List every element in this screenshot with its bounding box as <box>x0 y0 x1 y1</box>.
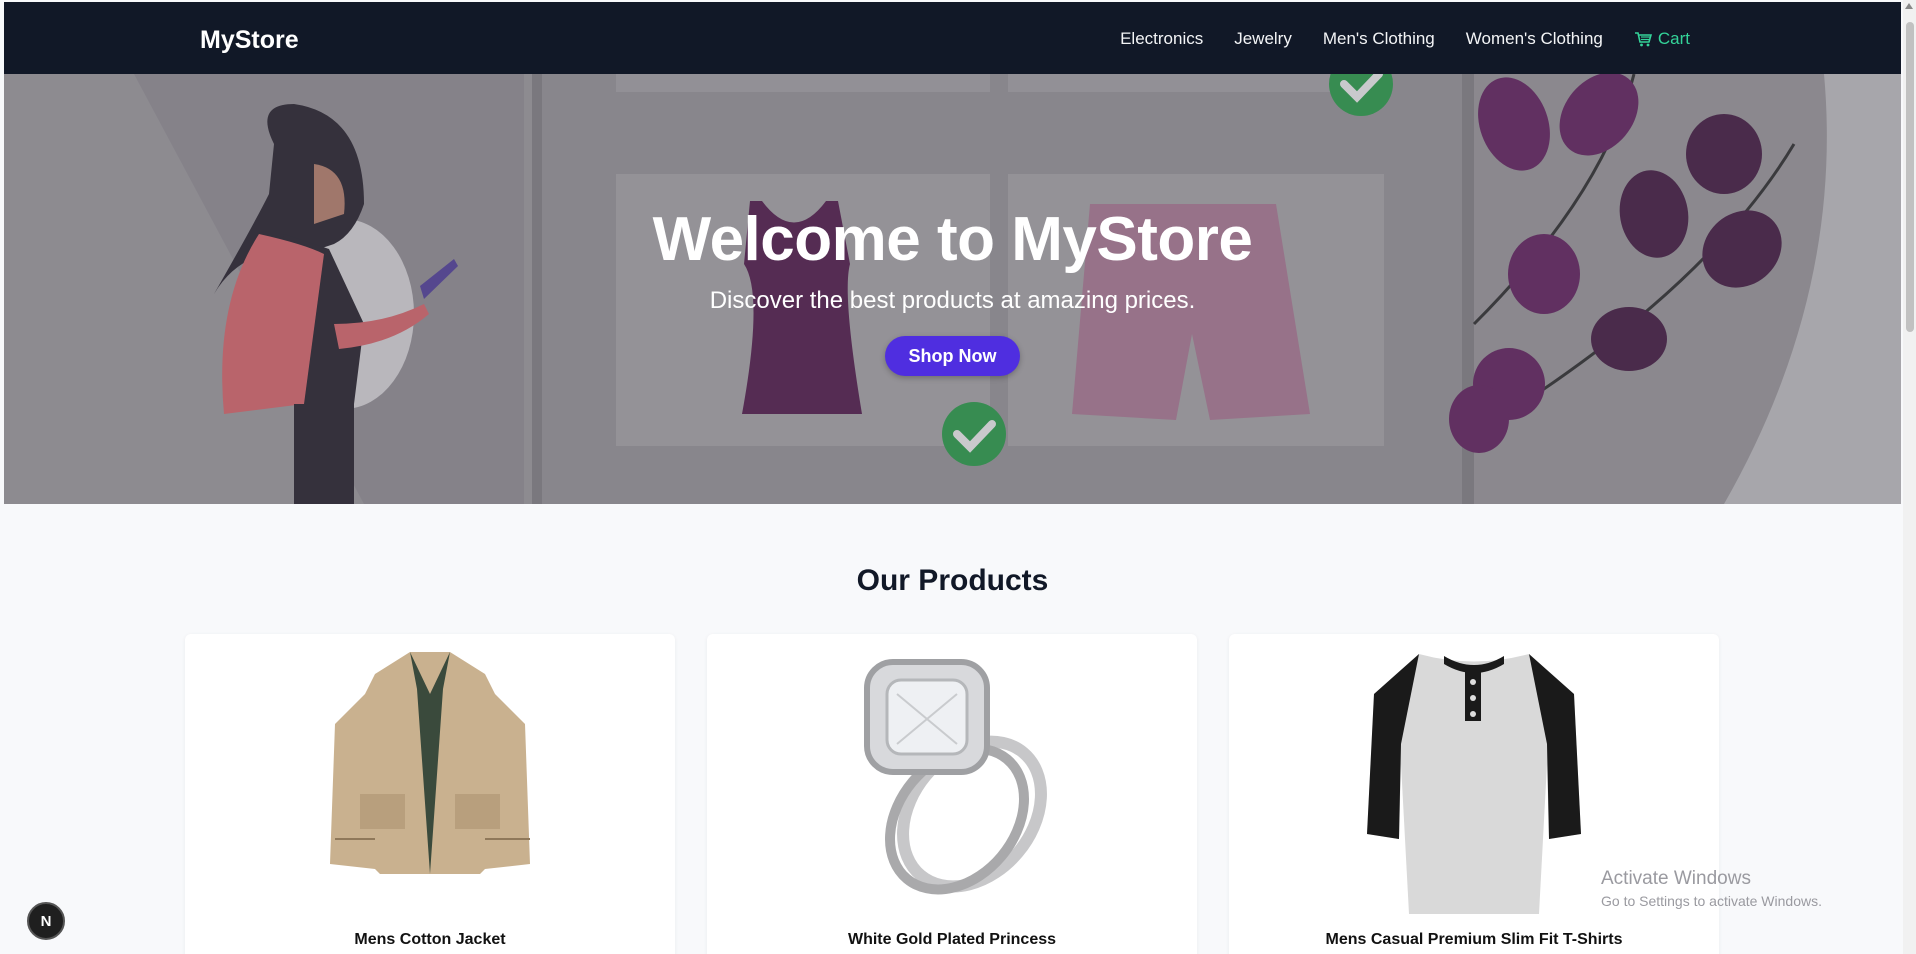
product-title[interactable]: White Gold Plated Princess <box>707 931 1197 949</box>
watermark-subtitle: Go to Settings to activate Windows. <box>1601 893 1822 909</box>
hero-subtitle: Discover the best products at amazing pr… <box>709 287 1196 314</box>
product-image-jacket <box>330 652 530 874</box>
page-viewport: MyStore Electronics Jewelry Men's Clothi… <box>4 2 1901 954</box>
activate-windows-watermark: Activate Windows Go to Settings to activ… <box>1601 868 1822 909</box>
cart-label: Cart <box>1657 29 1690 48</box>
product-title[interactable]: Mens Cotton Jacket <box>185 931 675 949</box>
product-card[interactable]: Mens Cotton Jacket <box>185 634 675 954</box>
nav-link-womens-clothing[interactable]: Women's Clothing <box>1466 29 1603 49</box>
scroll-thumb[interactable] <box>1906 22 1914 332</box>
nav-links: Electronics Jewelry Men's Clothing Women… <box>1089 29 1690 49</box>
page-scrollbar[interactable] <box>1903 0 1916 954</box>
nav-link-mens-clothing[interactable]: Men's Clothing <box>1323 29 1435 49</box>
top-navbar: MyStore Electronics Jewelry Men's Clothi… <box>4 2 1901 74</box>
product-image-ring <box>864 659 1047 895</box>
nav-link-electronics[interactable]: Electronics <box>1120 29 1203 49</box>
dev-badge-icon[interactable]: N <box>27 902 65 940</box>
watermark-title: Activate Windows <box>1601 868 1751 889</box>
products-heading: Our Products <box>856 564 1049 597</box>
product-title[interactable]: Mens Casual Premium Slim Fit T-Shirts <box>1229 931 1719 949</box>
hero-banner: Welcome to MyStore Discover the best pro… <box>4 74 1901 504</box>
cart-icon <box>1634 31 1652 47</box>
scroll-up-arrow-icon[interactable] <box>1905 3 1913 9</box>
brand-logo[interactable]: MyStore <box>200 26 299 55</box>
shop-now-button[interactable]: Shop Now <box>885 336 1020 376</box>
hero-content: Welcome to MyStore Discover the best pro… <box>4 74 1901 504</box>
hero-title: Welcome to MyStore <box>652 205 1253 274</box>
nav-link-cart[interactable]: Cart <box>1634 29 1690 49</box>
product-card[interactable]: White Gold Plated Princess <box>707 634 1197 954</box>
nav-link-jewelry[interactable]: Jewelry <box>1234 29 1292 49</box>
